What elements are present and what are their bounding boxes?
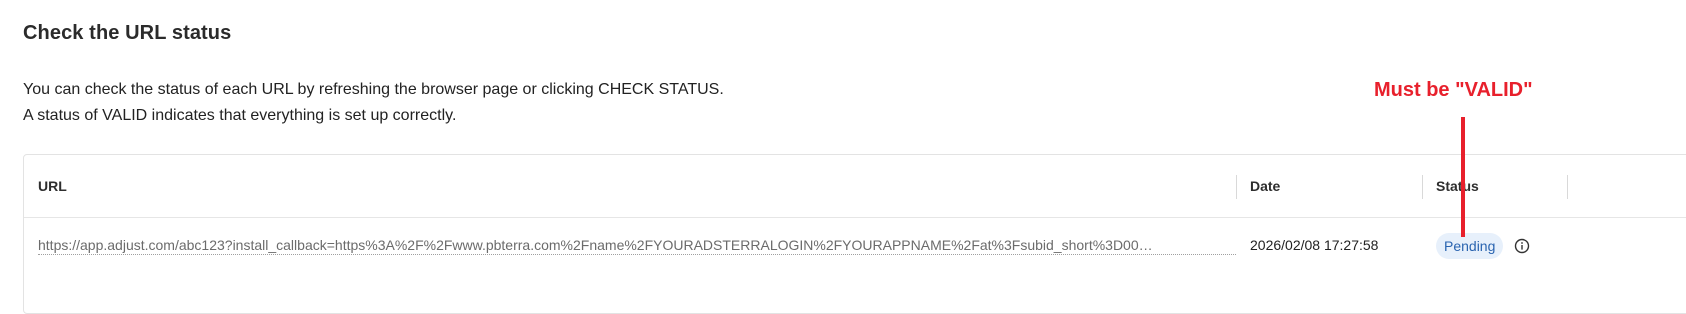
section-title: Check the URL status <box>23 22 232 44</box>
description-line-1: You can check the status of each URL by … <box>23 81 724 98</box>
info-circle-icon[interactable] <box>1514 238 1530 254</box>
column-header-url: URL <box>38 178 67 194</box>
status-badge: Pending <box>1436 233 1504 259</box>
section-description: You can check the status of each URL by … <box>23 77 724 129</box>
annotation-label: Must be "VALID" <box>1374 79 1533 101</box>
column-divider[interactable] <box>1422 175 1423 199</box>
table-header: URL Date Status <box>24 155 1686 218</box>
url-cell[interactable]: https://app.adjust.com/abc123?install_ca… <box>38 237 1236 255</box>
table-row: https://app.adjust.com/abc123?install_ca… <box>24 218 1686 276</box>
description-line-2: A status of VALID indicates that everyth… <box>23 107 457 124</box>
column-divider[interactable] <box>1236 175 1237 199</box>
column-header-status: Status <box>1436 178 1479 194</box>
date-cell: 2026/02/08 17:27:58 <box>1250 237 1379 253</box>
column-header-date: Date <box>1250 178 1281 194</box>
column-divider[interactable] <box>1567 175 1568 199</box>
annotation-pointer-line <box>1461 117 1465 237</box>
url-status-table: URL Date Status https://app.adjust.com/a… <box>23 154 1686 314</box>
